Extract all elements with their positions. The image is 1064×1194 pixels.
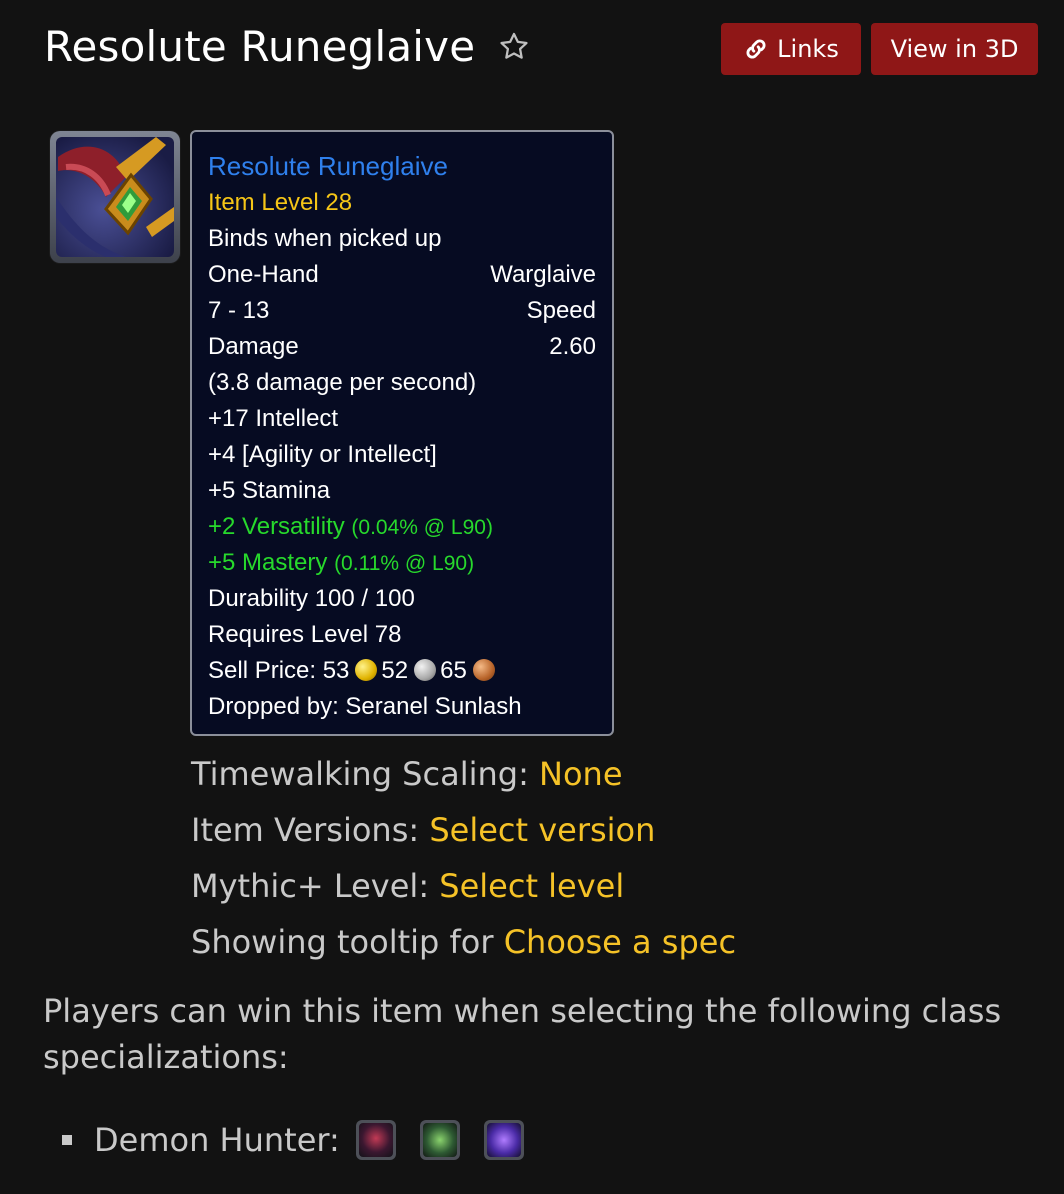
option-value-link[interactable]: Select version <box>429 811 655 849</box>
devourer-spec-icon[interactable] <box>483 1120 524 1160</box>
tooltip-required-level: Requires Level 78 <box>208 621 402 648</box>
tooltip-durability: Durability 100 / 100 <box>208 585 415 612</box>
secondary-stat-name: +2 Versatility <box>208 513 345 540</box>
silver-coin-icon <box>414 658 437 681</box>
secondary-stat-note: (0.04% @ L90) <box>351 516 493 539</box>
star-outline-icon[interactable] <box>497 30 531 64</box>
tooltip-binding: Binds when picked up <box>208 225 442 252</box>
tooltip-sell-price: Sell Price: 53 52 65 <box>208 653 499 689</box>
copper-coin-icon <box>472 658 495 681</box>
secondary-stat-note: (0.11% @ L90) <box>334 552 475 575</box>
page-title: Resolute Runeglaive <box>44 22 476 71</box>
option-value-link[interactable]: Select level <box>439 867 624 905</box>
view-in-3d-button[interactable]: View in 3D <box>871 23 1038 75</box>
tooltip-secondary-stat: +5 Mastery (0.11% @ L90) <box>208 545 596 581</box>
tooltip-stat: +5 Stamina <box>208 477 331 504</box>
option-item-versions: Item Versions: Select version <box>191 806 736 862</box>
tooltip-speed-value: 2.60 <box>549 333 596 360</box>
havoc-spec-icon[interactable] <box>355 1120 396 1160</box>
secondary-stat-name: +5 Mastery <box>208 549 328 576</box>
spec-list-item: Demon Hunter: <box>62 1120 548 1160</box>
item-tooltip: Resolute Runeglaive Item Level 28 Binds … <box>190 130 614 736</box>
option-spec: Showing tooltip for Choose a spec <box>191 918 736 974</box>
tooltip-stat: +4 [Agility or Intellect] <box>208 441 437 468</box>
tooltip-secondary-stat: +2 Versatility (0.04% @ L90) <box>208 509 596 545</box>
gold-amount: 53 <box>322 657 350 684</box>
option-label: Showing tooltip for <box>191 923 504 961</box>
page-title-row: Resolute Runeglaive <box>44 22 531 71</box>
sell-price-label: Sell Price: <box>208 657 323 684</box>
bullet <box>62 1135 72 1145</box>
tooltip-item-level: Item Level 28 <box>208 189 353 216</box>
option-label: Item Versions: <box>191 811 430 849</box>
option-label: Mythic+ Level: <box>191 867 440 905</box>
gold-coin-icon <box>355 658 378 681</box>
tooltip-dps: (3.8 damage per second) <box>208 369 477 396</box>
copper-amount: 65 <box>440 657 467 684</box>
tooltip-speed-label: Speed <box>526 297 596 324</box>
spec-description: Players can win this item when selecting… <box>43 992 1002 1076</box>
tooltip-stat: +17 Intellect <box>208 405 339 432</box>
option-label: Timewalking Scaling: <box>191 755 540 793</box>
links-label: Links <box>777 35 839 63</box>
option-timewalking-scaling: Timewalking Scaling: None <box>191 750 736 806</box>
tooltip-slot: One-Hand <box>208 261 319 288</box>
view-in-3d-label: View in 3D <box>890 35 1019 63</box>
links-button[interactable]: Links <box>721 23 861 75</box>
tooltip-weapon-type: Warglaive <box>490 261 596 288</box>
silver-amount: 52 <box>381 657 409 684</box>
tooltip-damage-label: Damage <box>208 333 299 360</box>
item-icon-frame[interactable] <box>50 131 180 263</box>
link-chain-icon <box>746 39 766 59</box>
option-mythic-level: Mythic+ Level: Select level <box>191 862 736 918</box>
vengeance-spec-icon[interactable] <box>419 1120 460 1160</box>
option-value-link[interactable]: Choose a spec <box>504 923 736 961</box>
tooltip-options: Timewalking Scaling: None Item Versions:… <box>191 750 736 974</box>
warglaive-item-icon <box>56 137 174 257</box>
tooltip-damage-range: 7 - 13 <box>208 297 270 324</box>
class-label: Demon Hunter: <box>94 1121 340 1159</box>
tooltip-dropped-by: Dropped by: Seranel Sunlash <box>208 693 522 720</box>
tooltip-item-name: Resolute Runeglaive <box>208 151 448 181</box>
option-value-link[interactable]: None <box>539 755 622 793</box>
